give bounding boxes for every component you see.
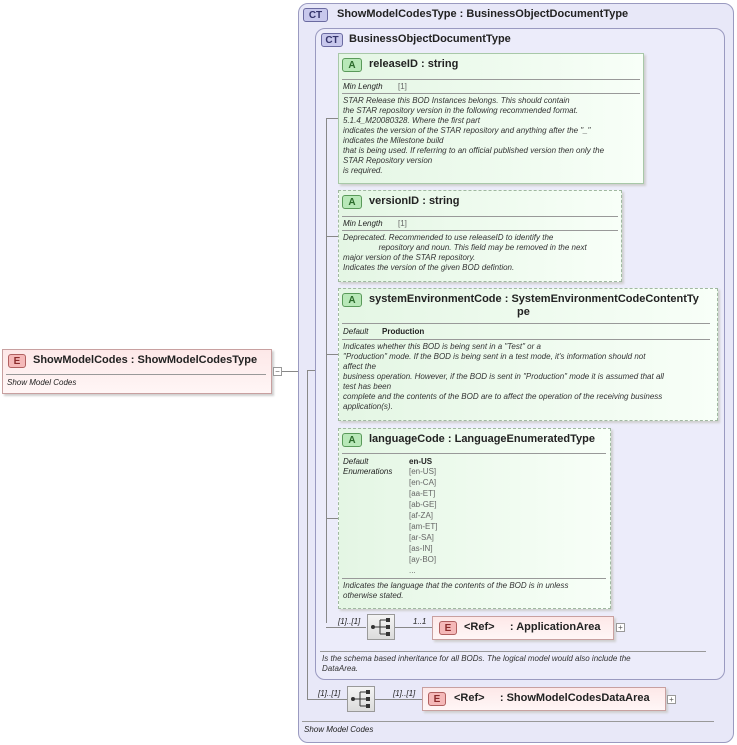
connector-line [326,627,366,628]
attribute-title: releaseID : string [369,58,459,70]
divider [342,93,640,94]
enum-value: [af-ZA] [409,511,434,520]
inner-type-title: BusinessObjectDocumentType [349,33,511,45]
element-icon: E [439,621,457,635]
connector-line [326,236,338,237]
inner-type-documentation: Is the schema based inheritance for all … [322,654,631,673]
collapse-button[interactable]: − [273,367,282,376]
connector-line [326,118,338,119]
element-icon: E [8,354,26,368]
divider [342,323,710,324]
root-element-title: ShowModelCodes : ShowModelCodesType [33,354,258,366]
connector-line [326,518,338,519]
enum-value: [ab-GE] [409,500,437,509]
enum-value: [as-IN] [409,544,433,553]
sequence-cardinality: [1]..[1] [338,617,361,626]
attribute-documentation: Indicates whether this BOD is being sent… [343,342,664,411]
attribute-documentation: Indicates the language that the contents… [343,581,569,600]
enum-value: [en-CA] [409,478,437,487]
sequence-icon [371,618,390,636]
facet-value: en-US [409,457,433,466]
divider [342,230,618,231]
enum-value: [ar-SA] [409,533,434,542]
enum-value: [ay-BO] [409,555,437,564]
facet-value: [1] [398,219,407,228]
enum-value: [en-US] [409,467,437,476]
attribute-title: systemEnvironmentCode : SystemEnvironmen… [369,293,699,305]
connector-line [395,627,432,628]
divider [342,453,606,454]
element-cardinality: [1]..[1] [393,689,416,698]
connector-line [307,370,308,700]
element-cardinality: 1..1 [413,617,427,626]
enum-value: [am-ET] [409,522,438,531]
enum-value: ... [409,566,416,575]
facet-label: Default [343,457,369,466]
facet-label: Min Length [343,219,383,228]
root-element-documentation: Show Model Codes [7,378,77,387]
connector-line [326,118,327,623]
facet-value: [1] [398,82,407,91]
enumerations-label: Enumerations [343,467,393,476]
divider [342,339,710,340]
divider [342,216,618,217]
attribute-icon: A [342,58,362,72]
attribute-title: versionID : string [369,195,460,207]
connector-line [282,371,298,372]
sequence-compositor[interactable] [347,686,375,712]
attribute-icon: A [342,293,362,307]
facet-label: Default [343,327,369,336]
enum-value: [aa-ET] [409,489,436,498]
facet-value: Production [382,327,425,336]
complex-type-extension-icon: CT [303,8,328,22]
sequence-icon [351,690,370,708]
connector-line [307,370,315,371]
connector-line [326,354,338,355]
sequence-compositor[interactable] [367,614,395,640]
divider [302,721,714,722]
complex-type-icon: CT [321,33,343,47]
attribute-title-wrap: pe [517,306,530,318]
attribute-icon: A [342,195,362,209]
attribute-title: languageCode : LanguageEnumeratedType [369,433,595,445]
divider [342,578,606,579]
outer-type-title: ShowModelCodesType : BusinessObjectDocum… [337,8,629,20]
facet-label: Min Length [343,82,383,91]
outer-type-documentation: Show Model Codes [304,725,374,734]
attribute-documentation: Deprecated. Recommended to use releaseID… [343,233,587,272]
sequence-cardinality: [1]..[1] [318,689,341,698]
connector-line [307,699,347,700]
expand-button[interactable]: + [616,623,625,632]
attribute-documentation: STAR Release this BOD Instances belongs.… [343,96,605,175]
divider [342,79,640,80]
connector-line [375,699,422,700]
expand-button[interactable]: + [667,695,676,704]
element-title: <Ref> : ApplicationArea [464,621,601,633]
divider [6,374,266,375]
element-icon: E [428,692,446,706]
divider [320,651,706,652]
attribute-icon: A [342,433,362,447]
element-title: <Ref> : ShowModelCodesDataArea [454,692,650,704]
